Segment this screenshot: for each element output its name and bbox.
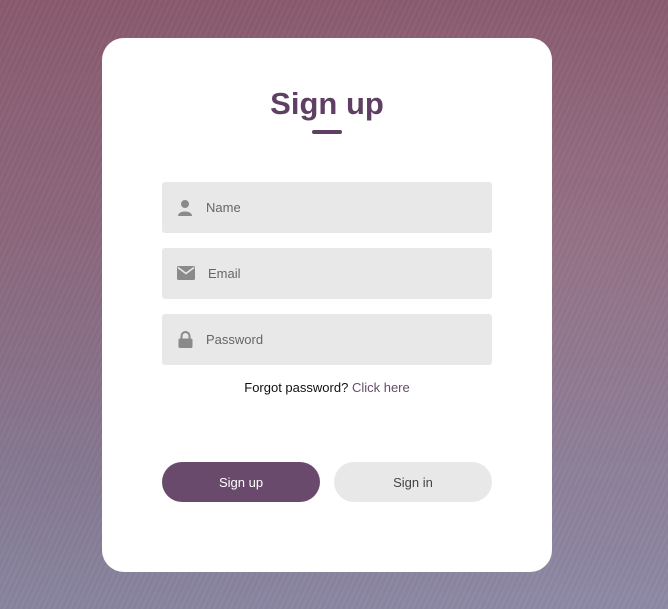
name-input[interactable] xyxy=(206,182,476,233)
email-input[interactable] xyxy=(208,248,478,299)
password-input[interactable] xyxy=(206,314,476,365)
forgot-password: Forgot password? Click here xyxy=(102,380,552,395)
page-title: Sign up xyxy=(270,86,384,121)
click-here-link[interactable]: Click here xyxy=(352,380,410,395)
password-field xyxy=(162,314,492,365)
forgot-password-text: Forgot password? xyxy=(244,380,349,395)
envelope-icon xyxy=(177,264,195,282)
signup-button[interactable]: Sign up xyxy=(162,462,320,502)
signup-card: Sign up Forgot password? xyxy=(102,38,552,572)
name-field xyxy=(162,182,492,233)
signin-button[interactable]: Sign in xyxy=(334,462,492,502)
user-icon xyxy=(176,198,194,216)
email-field xyxy=(162,248,492,299)
title-underline xyxy=(312,130,342,134)
lock-icon xyxy=(176,330,194,348)
